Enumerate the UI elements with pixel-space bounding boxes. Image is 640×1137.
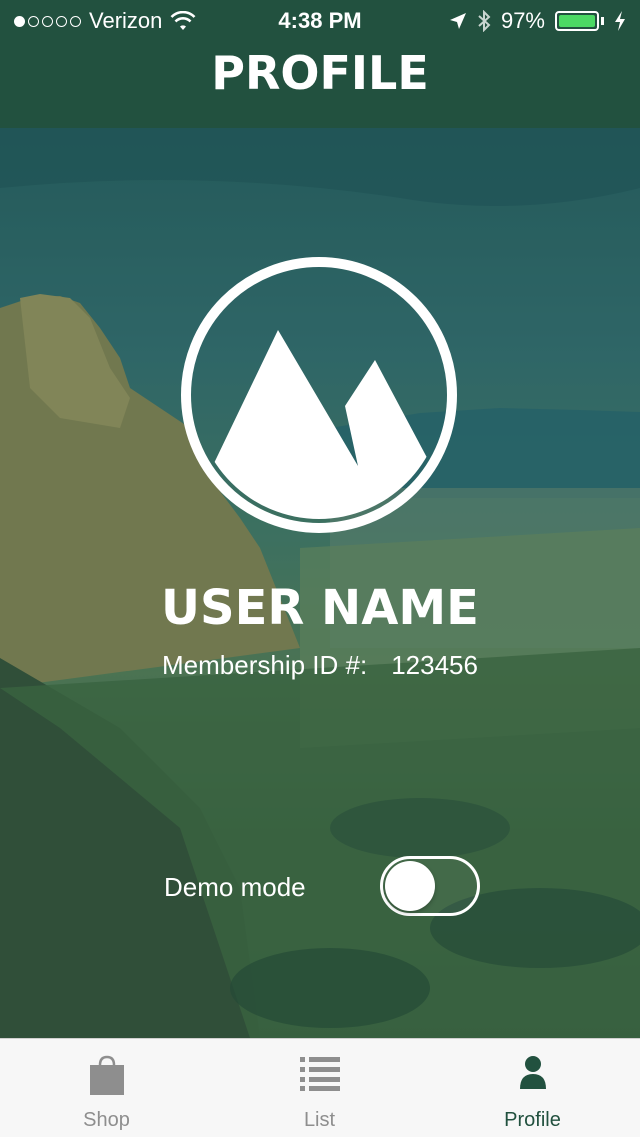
page-title: PROFILE [211, 46, 429, 100]
status-right-group: 97% [449, 8, 626, 34]
mountain-avatar-icon[interactable] [180, 256, 458, 534]
demo-mode-label: Demo mode [164, 872, 306, 902]
battery-icon [555, 11, 599, 31]
tab-list[interactable]: List [213, 1039, 426, 1137]
demo-mode-toggle[interactable] [380, 856, 480, 916]
tab-shop-label: Shop [83, 1109, 130, 1131]
charging-bolt-icon [615, 11, 625, 31]
tab-profile[interactable]: Profile [426, 1039, 639, 1137]
battery-nub [601, 17, 604, 25]
person-icon [519, 1056, 546, 1089]
battery-percent: 97% [500, 8, 545, 33]
tab-profile-label: Profile [504, 1109, 561, 1131]
toggle-knob [385, 861, 435, 911]
user-name: USER NAME [161, 580, 479, 636]
tab-list-label: List [303, 1109, 336, 1131]
tab-shop[interactable]: Shop [0, 1039, 213, 1137]
membership-row: Membership ID #: 123456 [0, 650, 640, 681]
header-bar: Verizon 4:38 PM 97% PROFILE [0, 0, 640, 128]
shopping-bag-icon [89, 1055, 124, 1095]
membership-label: Membership ID #: [162, 650, 368, 680]
tab-bar: Shop List Profile [0, 1038, 640, 1137]
list-icon [299, 1057, 340, 1091]
membership-id: 123456 [391, 650, 478, 680]
status-bar: Verizon 4:38 PM 97% [0, 0, 640, 40]
location-arrow-icon [449, 13, 466, 29]
bluetooth-icon [478, 10, 491, 32]
